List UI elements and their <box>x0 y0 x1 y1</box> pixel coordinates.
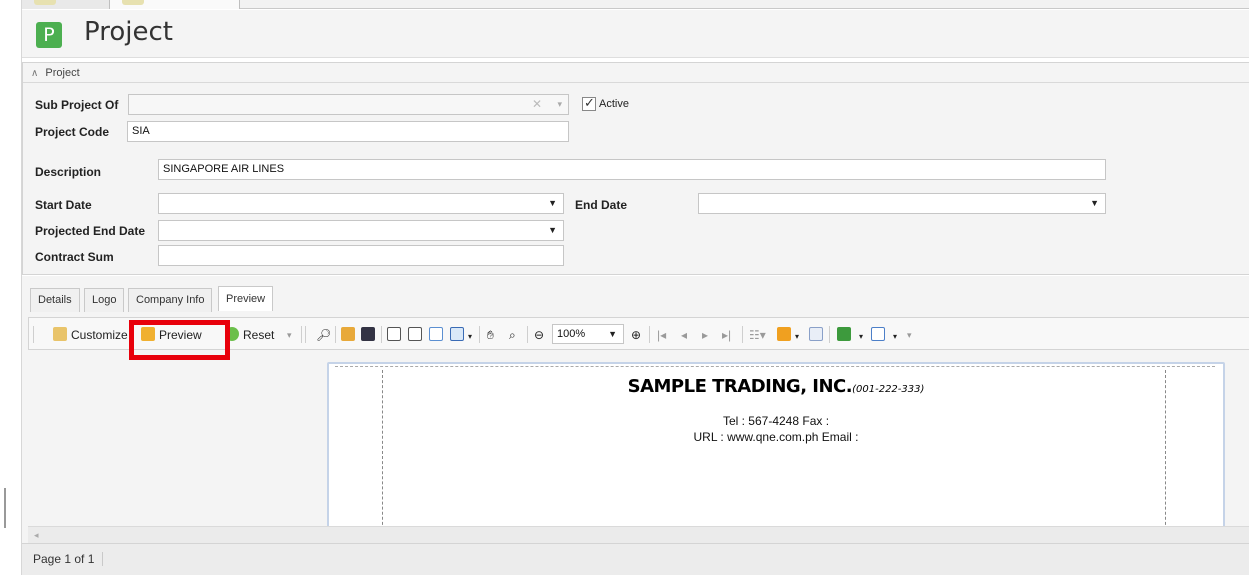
horizontal-scrollbar[interactable]: ◂ <box>28 526 1249 543</box>
open-folder-icon[interactable] <box>341 325 359 345</box>
clear-icon[interactable]: ✕ <box>532 95 542 114</box>
find-icon[interactable]: 🔎︎ <box>316 325 331 345</box>
chevron-down-icon[interactable]: ▼ <box>1090 194 1099 213</box>
page-header: P Project <box>22 10 1249 58</box>
toolbar-overflow-icon[interactable]: ▾ <box>907 325 912 345</box>
start-date-label: Start Date <box>35 198 92 212</box>
chevron-down-icon[interactable]: ▼ <box>608 325 617 343</box>
export-icon[interactable]: ▾ <box>837 325 863 345</box>
status-bar: Page 1 of 1 <box>22 543 1249 575</box>
background-color-icon[interactable]: ▾ <box>777 325 799 345</box>
separator <box>649 326 650 343</box>
start-date-field[interactable]: ▼ <box>158 193 564 214</box>
url-email-line: URL : www.qne.com.ph Email : <box>693 430 859 444</box>
customize-label: Customize <box>71 328 128 342</box>
first-page-icon[interactable]: |◂ <box>657 325 666 345</box>
sub-project-of-label: Sub Project Of <box>35 98 119 112</box>
left-border-strip <box>0 0 22 575</box>
report-paper: SAMPLE TRADING, INC.(001-222-333) Tel : … <box>329 364 1223 526</box>
chevron-down-icon[interactable]: ▾ <box>287 325 292 345</box>
group-header[interactable]: ∧ Project <box>23 63 1249 83</box>
zoom-select[interactable]: 100% ▼ <box>552 324 624 344</box>
document-tab-strip <box>22 0 1249 9</box>
checkmark-icon: ✓ <box>584 95 595 110</box>
page-setup-icon[interactable] <box>429 325 447 345</box>
description-field[interactable]: SINGAPORE AIR LINES <box>158 159 1106 180</box>
separator <box>381 326 382 343</box>
document-tab[interactable] <box>110 0 240 9</box>
print-dialog-icon[interactable] <box>387 325 405 345</box>
contract-sum-field[interactable] <box>158 245 564 266</box>
description-label: Description <box>35 165 102 179</box>
margin-line <box>335 366 1215 367</box>
project-code-label: Project Code <box>35 125 110 139</box>
hand-tool-icon[interactable]: ✋︎ <box>487 325 494 345</box>
zoom-in-icon[interactable]: ⊕ <box>631 325 641 345</box>
last-page-icon[interactable]: ▸| <box>722 325 731 345</box>
magnifier-icon[interactable]: ⌕ <box>509 325 516 345</box>
active-label: Active <box>599 98 629 110</box>
tab-details[interactable]: Details <box>30 288 80 312</box>
save-icon[interactable] <box>361 325 379 345</box>
tab-company-info[interactable]: Company Info <box>128 288 213 312</box>
toolbar-grip[interactable] <box>33 326 34 343</box>
watermark-icon[interactable] <box>809 325 827 345</box>
separator <box>335 326 336 343</box>
zoom-out-icon[interactable]: ⊖ <box>534 325 544 345</box>
reset-label: Reset <box>243 328 275 342</box>
project-code-field[interactable]: SIA <box>127 121 569 142</box>
scroll-left-icon[interactable]: ◂ <box>34 530 39 540</box>
active-checkbox[interactable]: ✓ <box>582 95 596 111</box>
separator <box>829 326 830 343</box>
scale-icon[interactable]: ▾ <box>450 325 472 345</box>
zoom-value: 100% <box>557 328 586 340</box>
separator <box>742 326 743 343</box>
page-indicator: Page 1 of 1 <box>33 552 95 566</box>
reset-button[interactable]: Reset <box>225 325 274 345</box>
end-date-label: End Date <box>575 198 628 212</box>
contract-sum-label: Contract Sum <box>35 250 114 264</box>
separator <box>102 552 104 566</box>
print-icon[interactable] <box>408 325 426 345</box>
projected-end-date-field[interactable]: ▼ <box>158 220 564 241</box>
separator <box>305 326 306 343</box>
splitter-mark[interactable] <box>4 488 6 528</box>
company-registration: (001-222-333) <box>852 384 925 395</box>
project-group: ∧ Project Sub Project Of ✕ ▾ ✓ Active Pr… <box>22 62 1249 275</box>
preview-button-highlight <box>129 320 230 360</box>
chevron-down-icon[interactable]: ▼ <box>548 221 557 240</box>
report-preview-pane: SAMPLE TRADING, INC.(001-222-333) Tel : … <box>30 351 1249 526</box>
project-logo-icon: P <box>36 22 62 48</box>
company-heading: SAMPLE TRADING, INC.(001-222-333) <box>329 376 1223 397</box>
tab-logo[interactable]: Logo <box>84 288 125 312</box>
chevron-down-icon[interactable]: ▼ <box>548 194 557 213</box>
chevron-up-icon[interactable]: ∧ <box>31 68 38 79</box>
tel-fax-line: Tel : 567-4248 Fax : <box>722 414 830 428</box>
customize-icon <box>53 327 67 341</box>
document-tab[interactable] <box>22 0 110 9</box>
page-title: Project <box>84 17 173 47</box>
separator <box>479 326 480 343</box>
company-name: SAMPLE TRADING, INC. <box>627 376 853 397</box>
send-email-icon[interactable]: ▾ <box>871 325 897 345</box>
tab-preview[interactable]: Preview <box>218 286 274 311</box>
report-page: SAMPLE TRADING, INC.(001-222-333) Tel : … <box>327 362 1225 526</box>
customize-button[interactable]: Customize <box>53 325 128 345</box>
next-page-icon[interactable]: ▸ <box>702 325 708 345</box>
group-title: Project <box>45 67 80 79</box>
multiple-pages-icon[interactable]: ☷▾ <box>749 325 766 345</box>
separator <box>527 326 528 343</box>
separator <box>301 326 302 343</box>
end-date-field[interactable]: ▼ <box>698 193 1106 214</box>
chevron-down-icon[interactable]: ▾ <box>557 95 562 114</box>
previous-page-icon[interactable]: ◂ <box>681 325 687 345</box>
sub-project-of-field[interactable]: ✕ ▾ <box>128 94 569 115</box>
projected-end-date-label: Projected End Date <box>35 224 146 238</box>
